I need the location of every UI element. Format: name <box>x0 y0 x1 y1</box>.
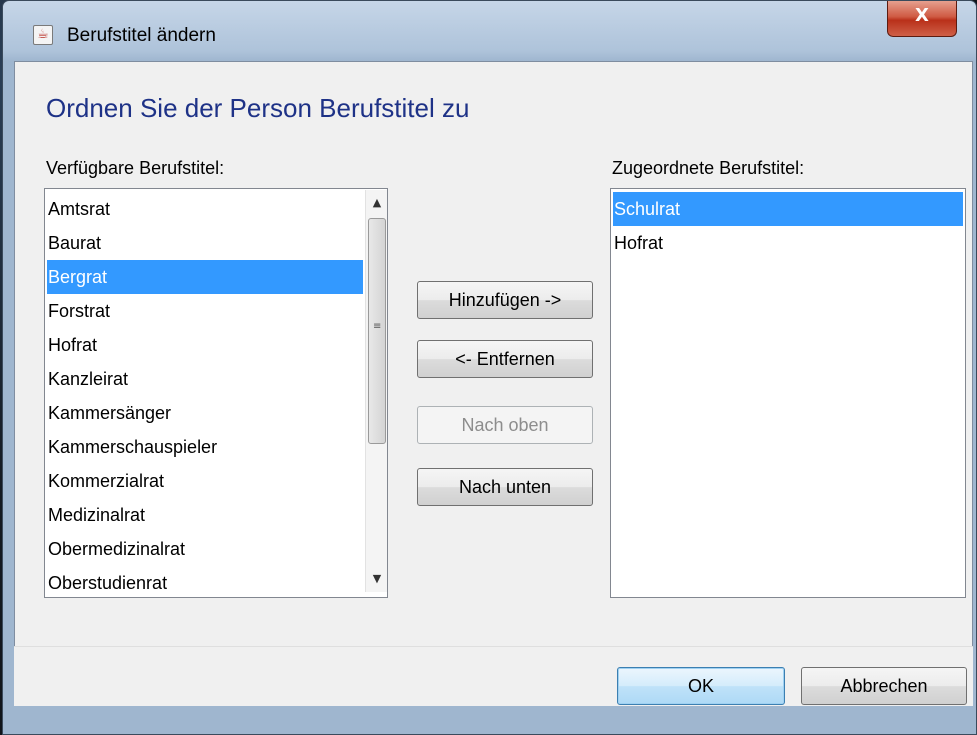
grip-icon: ≡ <box>373 321 382 332</box>
dialog-heading: Ordnen Sie der Person Berufstitel zu <box>46 93 470 123</box>
list-item[interactable]: Amtsrat <box>47 192 363 226</box>
scroll-down-arrow-icon[interactable]: ▼ <box>366 568 387 590</box>
window-title: Berufstitel ändern <box>67 25 216 46</box>
list-item[interactable]: Hofrat <box>47 328 363 362</box>
list-item[interactable]: Oberstudienrat <box>47 566 363 597</box>
list-item[interactable]: Hofrat <box>613 226 963 260</box>
vertical-scrollbar[interactable]: ▲ ≡ ▼ <box>365 190 387 592</box>
assigned-titles-list[interactable]: Schulrat Hofrat <box>610 188 966 598</box>
list-item[interactable]: Medizinalrat <box>47 498 363 532</box>
list-item[interactable]: Obermedizinalrat <box>47 532 363 566</box>
available-titles-list[interactable]: Amtsrat Baurat Bergrat Forstrat Hofrat K… <box>44 188 388 598</box>
ok-button[interactable]: OK <box>617 667 785 705</box>
move-down-button[interactable]: Nach unten <box>417 468 593 506</box>
title-bar[interactable]: ☕ Berufstitel ändern X <box>3 1 976 61</box>
list-item[interactable]: Baurat <box>47 226 363 260</box>
cancel-button[interactable]: Abbrechen <box>801 667 967 705</box>
list-item[interactable]: Kammersänger <box>47 396 363 430</box>
assigned-titles-label: Zugeordnete Berufstitel: <box>612 158 805 178</box>
list-item[interactable]: Kammerschauspieler <box>47 430 363 464</box>
available-titles-label: Verfügbare Berufstitel: <box>46 158 225 178</box>
list-item[interactable]: Kommerzialrat <box>47 464 363 498</box>
java-cup-icon: ☕ <box>33 25 53 45</box>
remove-button[interactable]: <- Entfernen <box>417 340 593 378</box>
list-item[interactable]: Kanzleirat <box>47 362 363 396</box>
list-item[interactable]: Forstrat <box>47 294 363 328</box>
list-item-selected[interactable]: Schulrat <box>613 192 963 226</box>
add-button[interactable]: Hinzufügen -> <box>417 281 593 319</box>
scroll-up-arrow-icon[interactable]: ▲ <box>366 192 387 214</box>
scrollbar-thumb[interactable]: ≡ <box>368 218 386 444</box>
list-item-selected[interactable]: Bergrat <box>47 260 363 294</box>
close-button[interactable]: X <box>887 1 957 37</box>
move-up-button[interactable]: Nach oben <box>417 406 593 444</box>
